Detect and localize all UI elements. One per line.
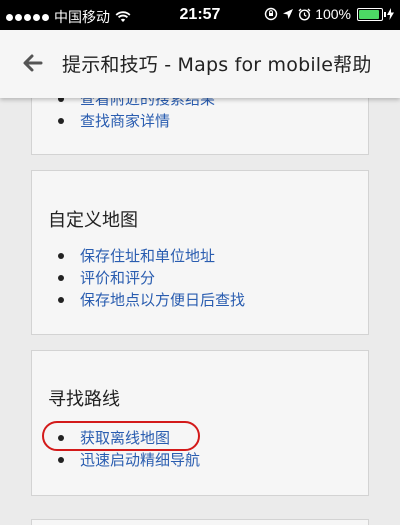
status-bar: 中国移动 21:57 100%: [0, 0, 400, 30]
section-heading: 寻找路线: [48, 389, 120, 410]
tips-card-directions: 寻找路线 获取离线地图 迅速启动精细导航: [31, 350, 369, 496]
rotation-lock-icon: [264, 7, 278, 21]
tips-list: 查看附近的搜索结果 查找商家详情: [57, 98, 215, 132]
tips-card-customize-map: 自定义地图 保存住址和单位地址 评价和评分 保存地点以方便日后查找: [31, 170, 369, 335]
tip-link-save-places[interactable]: 保存地点以方便日后查找: [80, 291, 245, 309]
list-item: 查找商家详情: [57, 110, 215, 132]
list-item: 迅速启动精细导航: [57, 449, 200, 471]
list-item: 获取离线地图: [42, 421, 200, 451]
list-item: 保存住址和单位地址: [57, 245, 245, 267]
tips-list: 获取离线地图 迅速启动精细导航: [42, 421, 200, 471]
list-item: 评价和评分: [57, 267, 245, 289]
tip-link-offline-maps[interactable]: 获取离线地图: [80, 429, 170, 447]
battery-percent: 100%: [315, 6, 351, 22]
list-item: 查看附近的搜索结果: [57, 98, 215, 110]
back-button[interactable]: [20, 50, 46, 76]
help-content[interactable]: 查看附近的搜索结果 查找商家详情 自定义地图 保存住址和单位地址 评价和评分 保…: [0, 98, 400, 525]
tips-list: 保存住址和单位地址 评价和评分 保存地点以方便日后查找: [57, 245, 245, 311]
tip-link-business-details[interactable]: 查找商家详情: [80, 112, 170, 130]
tip-link-reviews-ratings[interactable]: 评价和评分: [80, 269, 155, 287]
list-item: 保存地点以方便日后查找: [57, 289, 245, 311]
status-right: 100%: [264, 6, 394, 22]
tip-link-turn-by-turn-navigation[interactable]: 迅速启动精细导航: [80, 451, 200, 469]
tips-card-next: [31, 519, 369, 525]
section-heading: 自定义地图: [48, 210, 138, 231]
page-title: 提示和技巧 - Maps for mobile帮助: [62, 54, 372, 76]
app-header: 提示和技巧 - Maps for mobile帮助: [0, 30, 400, 98]
alarm-clock-icon: [298, 8, 311, 21]
arrow-left-icon: [23, 54, 43, 72]
battery-icon: [357, 7, 386, 21]
battery-fill: [359, 9, 379, 19]
tips-card-search: 查看附近的搜索结果 查找商家详情: [31, 98, 369, 155]
tip-link-nearby-results[interactable]: 查看附近的搜索结果: [80, 98, 215, 108]
charging-bolt-icon: [387, 8, 394, 20]
location-arrow-icon: [283, 9, 294, 19]
tip-link-save-home-work[interactable]: 保存住址和单位地址: [80, 247, 215, 265]
